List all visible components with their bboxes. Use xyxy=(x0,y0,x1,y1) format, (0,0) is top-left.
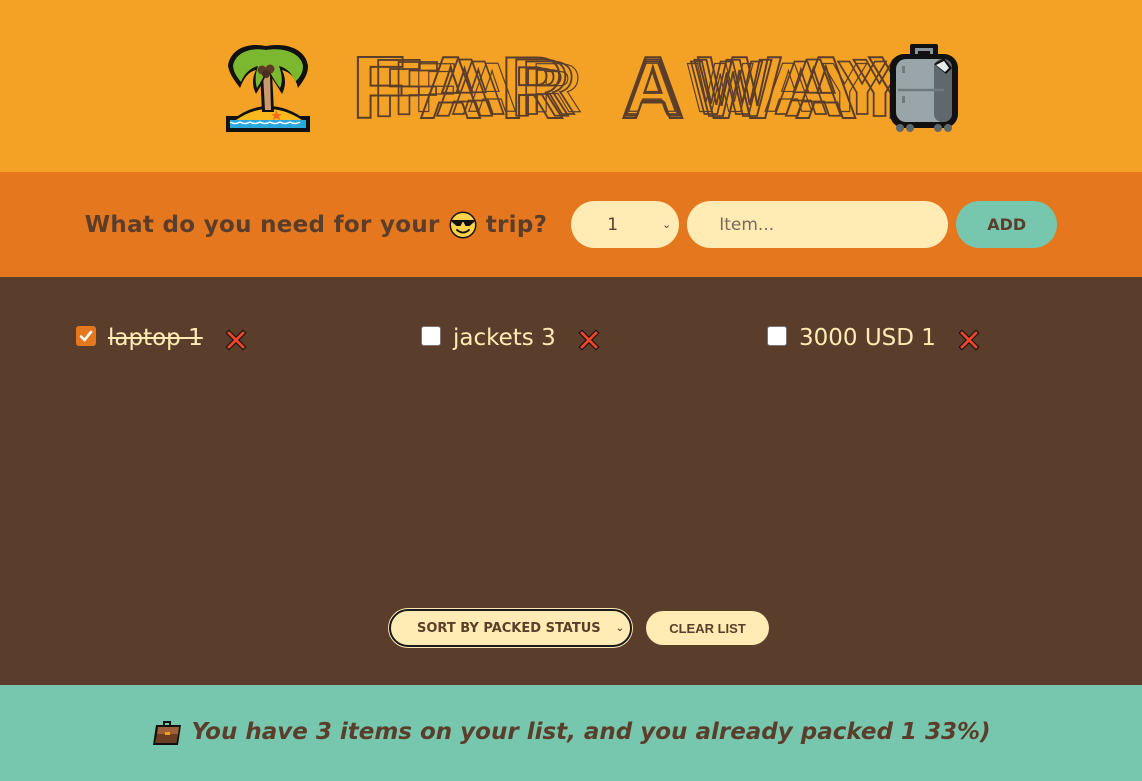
palm-tree-island-icon xyxy=(222,42,314,134)
packed-checkbox[interactable] xyxy=(421,326,441,346)
sort-selected-value: Sort by packed status xyxy=(417,620,601,636)
chevron-down-icon: ⌄ xyxy=(615,622,624,634)
item-label: 3000 USD 1 xyxy=(799,325,936,351)
quantity-selected-value: 1 xyxy=(607,214,619,235)
packing-list: laptop 1 jackets 3 3000 USD 1 SORT BY PA… xyxy=(0,277,1142,685)
briefcase-icon xyxy=(151,717,183,747)
packed-checkbox[interactable] xyxy=(767,326,787,346)
list-item: laptop 1 xyxy=(76,322,421,354)
item-label: laptop 1 xyxy=(108,325,203,351)
item-input[interactable]: Item... xyxy=(687,201,949,248)
list-actions: Sort by packed status ⌄ Clear list xyxy=(0,609,1142,647)
cross-mark-icon xyxy=(578,329,600,351)
packed-checkbox[interactable] xyxy=(76,326,96,346)
luggage-icon xyxy=(888,42,960,134)
add-button[interactable]: Add xyxy=(956,201,1058,248)
delete-item-button[interactable] xyxy=(578,329,600,351)
items-list: laptop 1 jackets 3 3000 USD 1 xyxy=(76,322,1067,354)
app-title-stripe: Far Away xyxy=(414,48,883,127)
chevron-down-icon: ⌄ xyxy=(662,218,672,231)
item-input-placeholder: Item... xyxy=(719,214,775,235)
item-label: jackets 3 xyxy=(453,325,556,351)
question-prefix: What do you need for your xyxy=(84,211,440,238)
list-item: 3000 USD 1 xyxy=(767,322,1067,354)
sort-select[interactable]: Sort by packed status ⌄ xyxy=(389,609,632,647)
app-header: Far Away Far Away Far Away Far Away xyxy=(0,0,1142,172)
delete-item-button[interactable] xyxy=(225,329,247,351)
stats-footer: You have 3 items on your list, and you a… xyxy=(0,685,1142,781)
smiling-face-with-sunglasses-icon xyxy=(448,210,478,240)
quantity-select[interactable]: 1 ⌄ xyxy=(571,201,680,248)
form-question: What do you need for your trip? xyxy=(85,210,547,240)
delete-item-button[interactable] xyxy=(958,329,980,351)
cross-mark-icon xyxy=(225,329,247,351)
checkmark-icon xyxy=(79,330,93,342)
add-item-form: What do you need for your trip? 1 ⌄ Item… xyxy=(0,172,1142,277)
clear-list-button[interactable]: Clear list xyxy=(646,611,769,645)
list-item: jackets 3 xyxy=(421,322,767,354)
cross-mark-icon xyxy=(958,329,980,351)
question-suffix: trip? xyxy=(485,211,548,238)
stats-text: You have 3 items on your list, and you a… xyxy=(191,719,991,745)
